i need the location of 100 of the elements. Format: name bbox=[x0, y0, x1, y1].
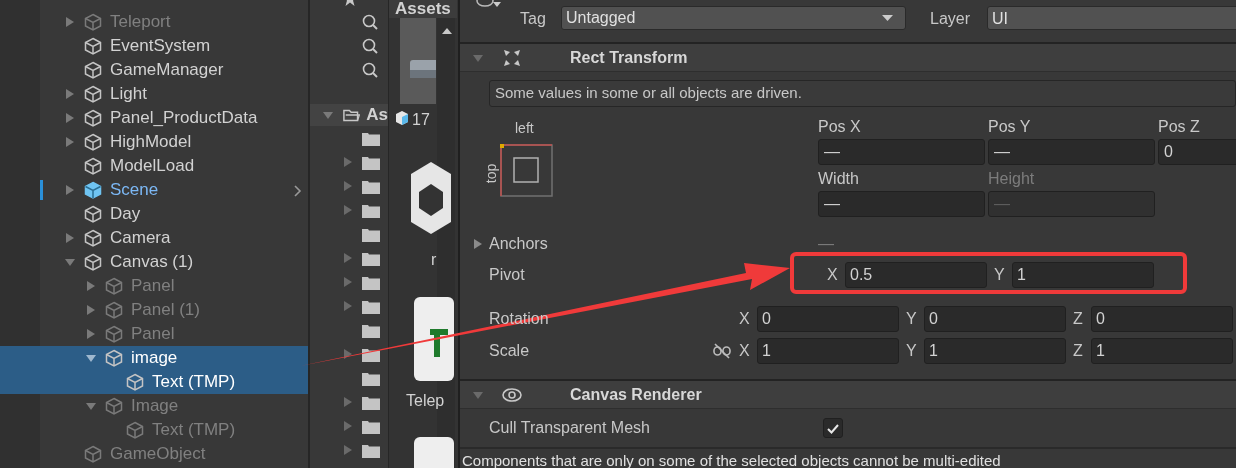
hierarchy-row[interactable]: GameManager bbox=[0, 58, 308, 82]
cube-icon bbox=[84, 84, 102, 104]
property-label: Cull Transparent Mesh bbox=[489, 418, 651, 438]
tag-dropdown[interactable]: Untagged bbox=[561, 6, 906, 30]
cube-icon bbox=[105, 300, 123, 320]
object-name: ModelLoad bbox=[110, 155, 195, 178]
hierarchy-row[interactable]: Canvas (1) bbox=[0, 250, 308, 274]
hierarchy-row[interactable]: Scene bbox=[0, 178, 308, 202]
folder-icon bbox=[362, 394, 380, 410]
axis-label: Z bbox=[1072, 309, 1084, 329]
object-name: Panel bbox=[131, 275, 175, 298]
search-icon bbox=[362, 14, 378, 30]
collapsed-arrow-icon bbox=[64, 136, 76, 148]
collapsed-arrow-icon bbox=[342, 180, 354, 192]
hierarchy-row[interactable]: HighModel bbox=[0, 130, 308, 154]
object-name: EventSystem bbox=[110, 35, 211, 58]
tag-label: Tag bbox=[520, 9, 546, 29]
object-name: Text (TMP) bbox=[152, 371, 236, 394]
number-field[interactable]: 0 bbox=[924, 306, 1066, 332]
number-field[interactable]: 1 bbox=[1091, 338, 1233, 364]
axis-label: Y bbox=[905, 309, 918, 329]
number-field[interactable]: — bbox=[988, 139, 1155, 165]
folder-icon bbox=[362, 298, 380, 314]
folder-icon bbox=[362, 130, 380, 146]
folder-icon bbox=[362, 370, 380, 386]
mixed-value-text: — bbox=[818, 234, 834, 254]
cube-icon bbox=[84, 36, 102, 56]
assets-tab[interactable]: Assets bbox=[389, 0, 457, 18]
checkbox[interactable] bbox=[823, 418, 843, 438]
expanded-arrow-icon bbox=[85, 352, 97, 364]
assets-label: As bbox=[366, 104, 388, 127]
object-name: GameObject bbox=[110, 443, 206, 466]
collapsed-arrow-icon bbox=[342, 348, 354, 360]
component-header[interactable]: Canvas Renderer bbox=[460, 379, 1236, 409]
hierarchy-row[interactable]: Panel_ProductData bbox=[0, 106, 308, 130]
number-field[interactable]: 0 bbox=[1091, 306, 1233, 332]
object-name: Panel_ProductData bbox=[110, 107, 258, 130]
field-label: Pos Z bbox=[1158, 117, 1201, 137]
prefab-marker bbox=[40, 180, 43, 200]
collapsed-arrow-icon bbox=[64, 112, 76, 124]
number-field[interactable]: — bbox=[818, 191, 985, 217]
asset-label: Telep bbox=[406, 391, 445, 411]
number-field[interactable]: 1 bbox=[924, 338, 1066, 364]
cube-icon bbox=[84, 60, 102, 80]
collapsed-arrow-icon bbox=[342, 300, 354, 312]
cube-icon bbox=[105, 276, 123, 296]
object-name: Camera bbox=[110, 227, 171, 250]
field-label: Pos Y bbox=[988, 117, 1032, 137]
hierarchy-row[interactable]: Text (TMP) bbox=[0, 370, 308, 394]
cube-icon bbox=[84, 108, 102, 128]
component-title: Canvas Renderer bbox=[570, 384, 702, 405]
hierarchy-row[interactable]: Camera bbox=[0, 226, 308, 250]
object-name: Panel bbox=[131, 323, 175, 346]
visibility-icon bbox=[476, 0, 502, 8]
object-name: Text (TMP) bbox=[152, 419, 236, 442]
hierarchy-row[interactable]: image bbox=[0, 346, 308, 370]
hierarchy-row[interactable]: EventSystem bbox=[0, 34, 308, 58]
number-field[interactable]: 1 bbox=[757, 338, 899, 364]
collapsed-arrow-icon bbox=[64, 184, 76, 196]
anchors-row[interactable]: Anchors — bbox=[472, 232, 1236, 256]
folder-icon bbox=[362, 418, 380, 434]
field-label: Width bbox=[818, 169, 860, 189]
object-name: HighModel bbox=[110, 131, 192, 154]
anchor-preset-icon bbox=[500, 144, 553, 197]
cube-icon bbox=[105, 348, 123, 368]
dropdown-arrow-icon bbox=[882, 15, 893, 21]
cube-icon bbox=[105, 324, 123, 344]
folder-icon bbox=[362, 250, 380, 266]
hierarchy-row[interactable]: Day bbox=[0, 202, 308, 226]
folder-icon bbox=[362, 442, 380, 458]
asset-label: r bbox=[431, 250, 437, 270]
object-name: Image bbox=[131, 395, 179, 418]
object-name: GameManager bbox=[110, 59, 224, 82]
collapsed-arrow-icon bbox=[342, 204, 354, 216]
cube-icon bbox=[105, 396, 123, 416]
number-field[interactable]: — bbox=[818, 139, 985, 165]
hierarchy-row[interactable]: ModelLoad bbox=[0, 154, 308, 178]
text-asset-icon bbox=[414, 297, 454, 381]
object-name: Light bbox=[110, 83, 147, 106]
component-header[interactable]: Rect Transform bbox=[460, 42, 1236, 72]
object-name: Teleport bbox=[110, 11, 171, 34]
cube-icon bbox=[126, 372, 144, 392]
number-field[interactable]: 0.5 bbox=[845, 262, 987, 288]
cube-icon bbox=[84, 228, 102, 248]
layer-label: Layer bbox=[930, 9, 971, 29]
folder-icon bbox=[362, 202, 380, 218]
object-name: Scene bbox=[110, 179, 159, 202]
cube-icon bbox=[84, 204, 102, 224]
hierarchy-row[interactable]: Light bbox=[0, 82, 308, 106]
number-field[interactable]: 0 bbox=[1158, 139, 1236, 165]
cube-icon bbox=[84, 180, 102, 200]
assets-folder-row[interactable]: As bbox=[310, 104, 388, 126]
object-name: Canvas (1) bbox=[110, 251, 194, 274]
collapsed-arrow-icon bbox=[85, 328, 97, 340]
number-field[interactable]: 0 bbox=[757, 306, 899, 332]
folder-icon bbox=[362, 346, 380, 362]
number-field[interactable]: 1 bbox=[1012, 262, 1154, 288]
layer-dropdown[interactable]: UI bbox=[987, 6, 1236, 30]
property-label: Scale bbox=[489, 341, 531, 361]
axis-label: Y bbox=[905, 341, 918, 361]
